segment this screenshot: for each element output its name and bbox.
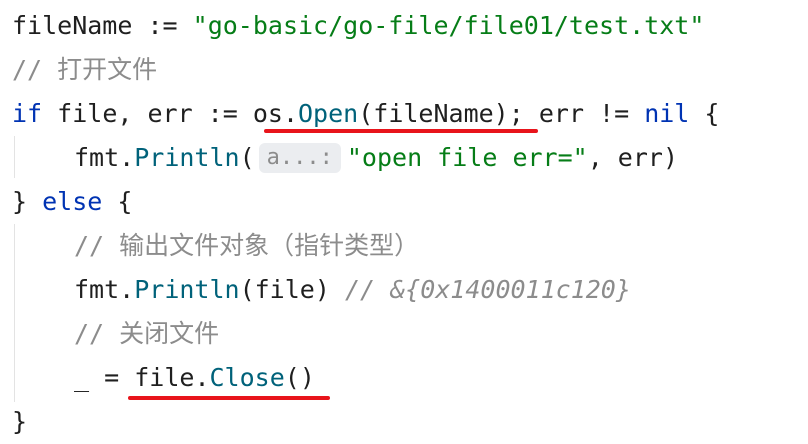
brace: } — [12, 407, 28, 436]
comment: // 打开文件 — [12, 55, 158, 84]
package-name: os — [252, 99, 283, 128]
indent-guide — [14, 224, 15, 402]
comment: // 输出文件对象（指针类型） — [74, 231, 420, 260]
blank-assignment: _ = — [74, 363, 135, 392]
code-line-8: // 关闭文件 — [74, 314, 219, 354]
code-editor[interactable]: fileName := "go-basic/go-file/file01/tes… — [0, 0, 808, 444]
comment: // 关闭文件 — [74, 319, 220, 348]
package-name: fmt — [74, 275, 120, 304]
string-literal: "open file err=" — [346, 143, 588, 172]
code-line-3: if file, err := os.Open(fileName); err !… — [12, 94, 719, 134]
arguments: , err) — [587, 143, 679, 172]
brace: } — [12, 187, 43, 216]
condition: ; err != — [508, 99, 645, 128]
dot: . — [119, 275, 135, 304]
identifier: fileName — [12, 11, 133, 40]
code-line-10: } — [12, 402, 27, 442]
string-literal: "go-basic/go-file/file01/test.txt" — [192, 11, 705, 40]
close-call-underline — [128, 396, 330, 400]
dot: . — [282, 99, 298, 128]
dot: . — [194, 363, 210, 392]
open-call-underline — [264, 129, 538, 133]
indent-guide — [14, 136, 15, 178]
keyword-if: if — [12, 99, 43, 128]
code-line-9: _ = file.Close() — [74, 358, 315, 398]
function-name: Println — [134, 143, 240, 172]
function-name: Close — [209, 363, 285, 392]
code-line-6: // 输出文件对象（指针类型） — [74, 226, 419, 266]
function-name: Open — [298, 99, 359, 128]
comment: // &{0x1400011c120} — [344, 275, 631, 304]
brace: { — [689, 99, 720, 128]
arguments: () — [284, 363, 315, 392]
arguments: (file) — [239, 275, 345, 304]
parameter-hint: a...: — [258, 143, 341, 173]
brace: { — [102, 187, 133, 216]
operator: := — [132, 11, 193, 40]
keyword-nil: nil — [644, 99, 690, 128]
code-line-5: } else { — [12, 182, 132, 222]
identifier: file — [134, 363, 195, 392]
identifier: file, err := — [42, 99, 253, 128]
arguments: (fileName) — [358, 99, 509, 128]
dot: . — [119, 143, 135, 172]
code-line-1: fileName := "go-basic/go-file/file01/tes… — [12, 6, 704, 46]
code-line-2: // 打开文件 — [12, 50, 157, 90]
keyword-else: else — [42, 187, 103, 216]
paren: ( — [239, 143, 255, 172]
package-name: fmt — [74, 143, 120, 172]
code-line-7: fmt.Println(file) // &{0x1400011c120} — [74, 270, 631, 310]
code-line-4: fmt.Println(a...: "open file err=", err) — [74, 138, 678, 178]
function-name: Println — [134, 275, 240, 304]
